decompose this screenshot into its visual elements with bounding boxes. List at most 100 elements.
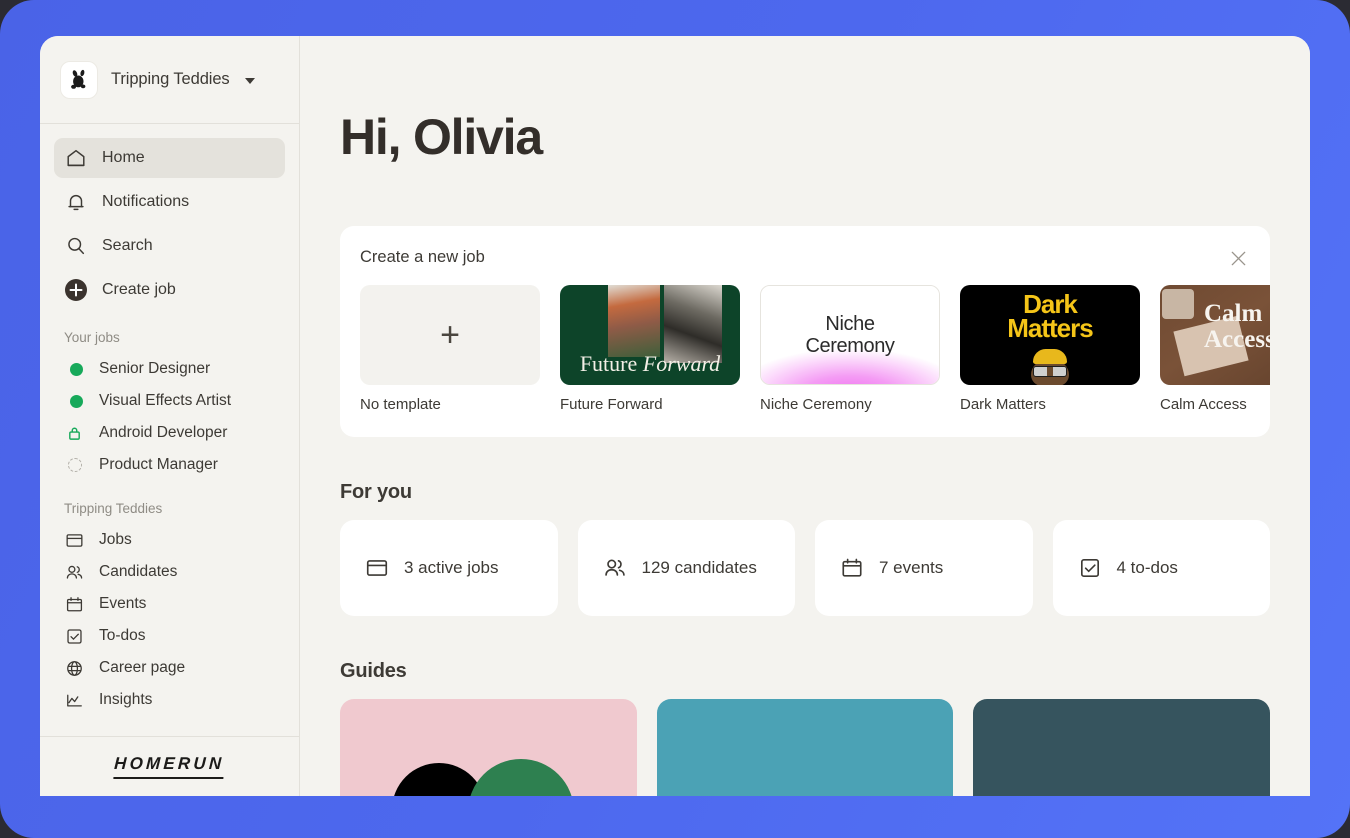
template-thumb: Niche Ceremony	[760, 285, 940, 385]
template-card-no-template[interactable]: + No template	[360, 285, 540, 413]
people-icon	[602, 555, 628, 581]
org-name: Tripping Teddies	[111, 70, 230, 88]
sidebar-item-events[interactable]: Events	[54, 588, 285, 620]
home-icon	[64, 146, 88, 170]
thumb-title-regular: Future	[579, 351, 643, 376]
checkbox-icon	[64, 626, 85, 647]
sidebar-item-label: Search	[102, 237, 153, 254]
stat-card-to-dos[interactable]: 4 to-dos	[1052, 520, 1270, 616]
guide-illustration	[340, 699, 637, 796]
stat-card-active-jobs[interactable]: 3 active jobs	[340, 520, 558, 616]
sidebar-item-label: Insights	[99, 691, 153, 708]
future-forward-photos	[608, 285, 722, 363]
thumb-line-2: Access	[1204, 325, 1270, 353]
template-list: + No template Future Forward Future Forw…	[360, 285, 1270, 413]
guide-card[interactable]	[973, 699, 1271, 796]
create-new-job-panel: Create a new job + No template Future Fo…	[340, 226, 1270, 437]
create-new-job-title: Create a new job	[360, 248, 485, 266]
template-card-dark-matters[interactable]: Dark Matters Dark Matters	[960, 285, 1140, 413]
page-title: Hi, Olivia	[340, 109, 543, 165]
sidebar-item-label: Create job	[102, 281, 176, 298]
guide-card[interactable]	[340, 699, 637, 796]
sidebar-job-visual-effects-artist[interactable]: Visual Effects Artist	[54, 385, 285, 417]
thumb-line-2: Ceremony	[805, 335, 895, 357]
guide-card[interactable]	[656, 699, 954, 796]
stat-label: 4 to-dos	[1116, 558, 1178, 577]
template-card-niche-ceremony[interactable]: Niche Ceremony Niche Ceremony	[760, 285, 940, 413]
sidebar-item-label: Home	[102, 149, 145, 166]
sidebar-item-label: To-dos	[99, 627, 146, 644]
template-thumb: Calm Access	[1160, 285, 1270, 385]
template-thumb: Dark Matters	[960, 285, 1140, 385]
sidebar-nav: Home Notifications Search Create job You…	[40, 124, 299, 736]
template-label: Future Forward	[560, 396, 663, 413]
your-jobs-section-label: Your jobs	[64, 330, 120, 345]
sidebar-item-jobs[interactable]: Jobs	[54, 524, 285, 556]
sidebar-job-senior-designer[interactable]: Senior Designer	[54, 353, 285, 385]
browser-window-icon	[364, 555, 390, 581]
globe-icon	[64, 658, 85, 679]
sidebar-job-android-developer[interactable]: Android Developer	[54, 417, 285, 449]
sidebar-item-insights[interactable]: Insights	[54, 684, 285, 716]
sidebar-job-label: Senior Designer	[99, 360, 211, 377]
stat-card-candidates[interactable]: 129 candidates	[577, 520, 795, 616]
sidebar-item-candidates[interactable]: Candidates	[54, 556, 285, 588]
sidebar-job-label: Product Manager	[99, 456, 218, 473]
stat-label: 3 active jobs	[404, 558, 499, 577]
stat-label: 129 candidates	[641, 558, 757, 577]
future-forward-thumb-title: Future Forward	[560, 351, 740, 377]
sidebar-item-notifications[interactable]: Notifications	[54, 182, 285, 222]
template-label: No template	[360, 396, 441, 413]
template-label: Calm Access	[1160, 396, 1247, 413]
org-section-label: Tripping Teddies	[64, 501, 163, 516]
template-label: Dark Matters	[960, 396, 1046, 413]
chevron-down-icon[interactable]	[244, 77, 255, 84]
teddy-bear-icon	[60, 60, 98, 99]
template-thumb: Future Forward	[560, 285, 740, 385]
thumb-line-2: Matters	[1007, 312, 1093, 343]
for-you-stats: 3 active jobs 129 candidates 7 events 4 …	[340, 520, 1270, 616]
dark-matters-thumb-title: Dark Matters	[960, 291, 1140, 343]
sidebar-item-home[interactable]: Home	[54, 138, 285, 178]
search-icon	[64, 234, 88, 258]
chart-line-icon	[64, 690, 85, 711]
app-window: Tripping Teddies Home Notifications Sear…	[40, 36, 1310, 796]
for-you-heading: For you	[340, 481, 412, 503]
thumb-title-italic: Forward	[642, 351, 721, 376]
sidebar-item-search[interactable]: Search	[54, 226, 285, 266]
green-dot-icon	[64, 394, 85, 408]
sidebar-item-label: Jobs	[99, 531, 132, 548]
homerun-logo: HOMERUN	[113, 754, 226, 779]
calendar-icon	[839, 555, 865, 581]
calendar-icon	[64, 594, 85, 615]
avatar-face-illustration	[1027, 349, 1073, 385]
template-card-future-forward[interactable]: Future Forward Future Forward	[560, 285, 740, 413]
stat-card-events[interactable]: 7 events	[815, 520, 1033, 616]
sidebar-item-label: Notifications	[102, 193, 190, 210]
template-card-calm-access[interactable]: Calm Access Calm Access	[1160, 285, 1270, 413]
checkbox-icon	[1077, 555, 1103, 581]
people-icon	[64, 562, 85, 583]
plus-icon: +	[440, 316, 460, 354]
green-lock-icon	[64, 426, 85, 441]
guides-heading: Guides	[340, 660, 407, 682]
template-label: Niche Ceremony	[760, 396, 872, 413]
sidebar-job-product-manager[interactable]: Product Manager	[54, 449, 285, 481]
org-switcher[interactable]: Tripping Teddies	[40, 36, 299, 124]
sidebar-item-to-dos[interactable]: To-dos	[54, 620, 285, 652]
browser-window-icon	[64, 530, 85, 551]
sidebar: Tripping Teddies Home Notifications Sear…	[40, 36, 300, 796]
dashed-circle-icon	[64, 458, 85, 472]
thumb-line-1: Niche	[825, 312, 875, 335]
sidebar-item-label: Events	[99, 595, 147, 612]
sidebar-item-label: Career page	[99, 659, 186, 676]
thumb-line-1: Calm	[1204, 300, 1263, 327]
sidebar-item-label: Candidates	[99, 563, 178, 580]
main-content: Hi, Olivia Create a new job + No templat…	[300, 36, 1310, 796]
plus-circle-icon	[64, 278, 88, 302]
sidebar-item-career-page[interactable]: Career page	[54, 652, 285, 684]
guides-list	[340, 699, 1271, 796]
sidebar-item-create-job[interactable]: Create job	[54, 270, 285, 310]
sidebar-job-label: Visual Effects Artist	[99, 392, 232, 409]
close-icon[interactable]	[1224, 244, 1252, 272]
